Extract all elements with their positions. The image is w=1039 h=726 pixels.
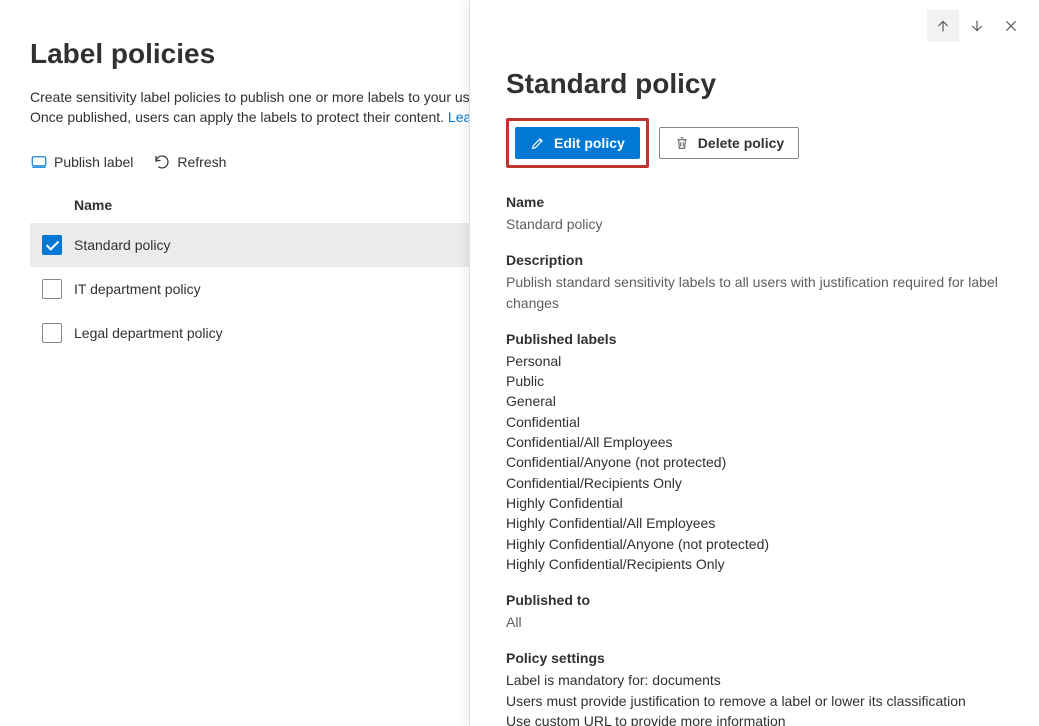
delete-icon bbox=[674, 135, 690, 151]
checkbox[interactable] bbox=[42, 323, 62, 343]
field-published-to-label: Published to bbox=[506, 592, 1003, 608]
edit-policy-label: Edit policy bbox=[554, 135, 625, 151]
list-item: Confidential/Anyone (not protected) bbox=[506, 452, 1003, 472]
policy-settings-list: Label is mandatory for: documentsUsers m… bbox=[506, 670, 1003, 726]
row-name: IT department policy bbox=[74, 281, 201, 297]
refresh-text: Refresh bbox=[177, 154, 226, 170]
checkbox[interactable] bbox=[42, 279, 62, 299]
field-name-label: Name bbox=[506, 194, 1003, 210]
list-item: Highly Confidential/All Employees bbox=[506, 513, 1003, 533]
list-item: Public bbox=[506, 371, 1003, 391]
details-panel: Standard policy Edit policy Delete polic… bbox=[469, 0, 1039, 726]
arrow-down-icon bbox=[969, 18, 985, 34]
field-name-value: Standard policy bbox=[506, 214, 1003, 234]
refresh-action[interactable]: Refresh bbox=[153, 153, 226, 171]
checkbox[interactable] bbox=[42, 235, 62, 255]
list-item: Use custom URL to provide more informati… bbox=[506, 711, 1003, 726]
list-item: Highly Confidential bbox=[506, 493, 1003, 513]
row-name: Standard policy bbox=[74, 237, 171, 253]
highlight-ring: Edit policy bbox=[506, 118, 649, 168]
publish-label-action[interactable]: Publish label bbox=[30, 153, 133, 171]
close-icon bbox=[1003, 18, 1019, 34]
list-item: Highly Confidential/Recipients Only bbox=[506, 554, 1003, 574]
down-arrow-button[interactable] bbox=[961, 10, 993, 42]
publish-icon bbox=[30, 153, 48, 171]
arrow-up-icon bbox=[935, 18, 951, 34]
delete-policy-label: Delete policy bbox=[698, 135, 784, 151]
panel-title: Standard policy bbox=[506, 68, 1003, 100]
row-name: Legal department policy bbox=[74, 325, 223, 341]
list-item: Personal bbox=[506, 351, 1003, 371]
list-item: Confidential/All Employees bbox=[506, 432, 1003, 452]
edit-icon bbox=[530, 135, 546, 151]
list-item: Confidential/Recipients Only bbox=[506, 473, 1003, 493]
refresh-icon bbox=[153, 153, 171, 171]
field-policy-settings-label: Policy settings bbox=[506, 650, 1003, 666]
list-item: Highly Confidential/Anyone (not protecte… bbox=[506, 534, 1003, 554]
up-arrow-button[interactable] bbox=[927, 10, 959, 42]
list-item: General bbox=[506, 391, 1003, 411]
list-item: Confidential bbox=[506, 412, 1003, 432]
published-labels-list: PersonalPublicGeneralConfidentialConfide… bbox=[506, 351, 1003, 574]
edit-policy-button[interactable]: Edit policy bbox=[515, 127, 640, 159]
publish-label-text: Publish label bbox=[54, 154, 133, 170]
field-description-value: Publish standard sensitivity labels to a… bbox=[506, 272, 1003, 313]
list-item: Users must provide justification to remo… bbox=[506, 691, 1003, 711]
close-button[interactable] bbox=[995, 10, 1027, 42]
field-published-to-value: All bbox=[506, 612, 1003, 632]
delete-policy-button[interactable]: Delete policy bbox=[659, 127, 799, 159]
list-item: Label is mandatory for: documents bbox=[506, 670, 1003, 690]
field-published-labels-label: Published labels bbox=[506, 331, 1003, 347]
field-description-label: Description bbox=[506, 252, 1003, 268]
